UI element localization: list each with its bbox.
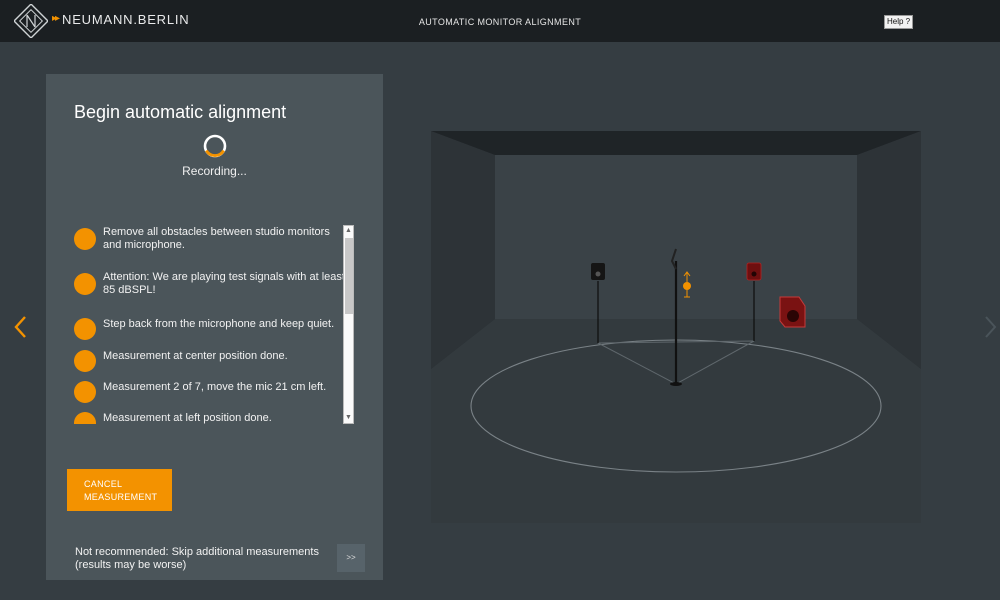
cancel-measurement-button[interactable]: CANCEL MEASUREMENT	[67, 469, 172, 511]
loading-spinner-icon	[203, 134, 227, 158]
cancel-measurement-label: CANCEL MEASUREMENT	[84, 479, 158, 502]
list-item: Step back from the microphone and keep q…	[64, 316, 348, 340]
room-ceiling	[431, 131, 921, 155]
step-text: Attention: We are playing test signals w…	[103, 271, 345, 296]
skip-description: Not recommended: Skip additional measure…	[75, 546, 319, 571]
steps-scrollbar[interactable]: ▲ ▼	[343, 225, 354, 424]
step-status-dot	[74, 228, 96, 250]
scroll-up-icon[interactable]: ▲	[344, 226, 353, 236]
step-status-dot	[74, 350, 96, 372]
step-text: Measurement at left position done.	[103, 412, 272, 424]
room-visualization	[431, 131, 921, 523]
step-status-dot	[74, 273, 96, 295]
steps-list[interactable]: Remove all obstacles between studio moni…	[64, 224, 354, 424]
panel-title: Begin automatic alignment	[74, 102, 287, 122]
chevron-left-icon[interactable]	[12, 312, 28, 342]
step-text: Step back from the microphone and keep q…	[103, 318, 335, 330]
step-status-dot	[74, 318, 96, 340]
top-bar: ▸▸ NEUMANN.BERLIN AUTOMATIC MONITOR ALIG…	[0, 0, 1000, 42]
list-item: Measurement 2 of 7, move the mic 21 cm l…	[64, 379, 348, 403]
right-speaker-icon	[746, 262, 762, 281]
alignment-panel: Begin automatic alignment Recording... R…	[46, 74, 383, 580]
chevron-right-icon[interactable]	[982, 312, 998, 342]
list-item: Measurement at left position done.	[64, 410, 348, 424]
step-status-dot	[74, 412, 96, 424]
step-text: Remove all obstacles between studio moni…	[103, 226, 330, 251]
step-text: Measurement 2 of 7, move the mic 21 cm l…	[103, 381, 327, 393]
help-button[interactable]: Help ?	[884, 15, 914, 29]
active-speaker-icon	[779, 296, 806, 328]
step-text: Measurement at center position done.	[103, 350, 288, 362]
recording-status: Recording...	[182, 164, 247, 178]
left-speaker-icon	[591, 263, 605, 280]
list-item: Remove all obstacles between studio moni…	[64, 226, 348, 252]
skip-measurements-button[interactable]: >>	[337, 544, 365, 572]
list-item: Measurement at center position done.	[64, 348, 348, 372]
scroll-thumb[interactable]	[345, 238, 353, 314]
page-title: AUTOMATIC MONITOR ALIGNMENT	[418, 17, 582, 27]
list-item: Attention: We are playing test signals w…	[64, 271, 348, 297]
scroll-down-icon[interactable]: ▼	[344, 413, 353, 423]
step-status-dot	[74, 381, 96, 403]
